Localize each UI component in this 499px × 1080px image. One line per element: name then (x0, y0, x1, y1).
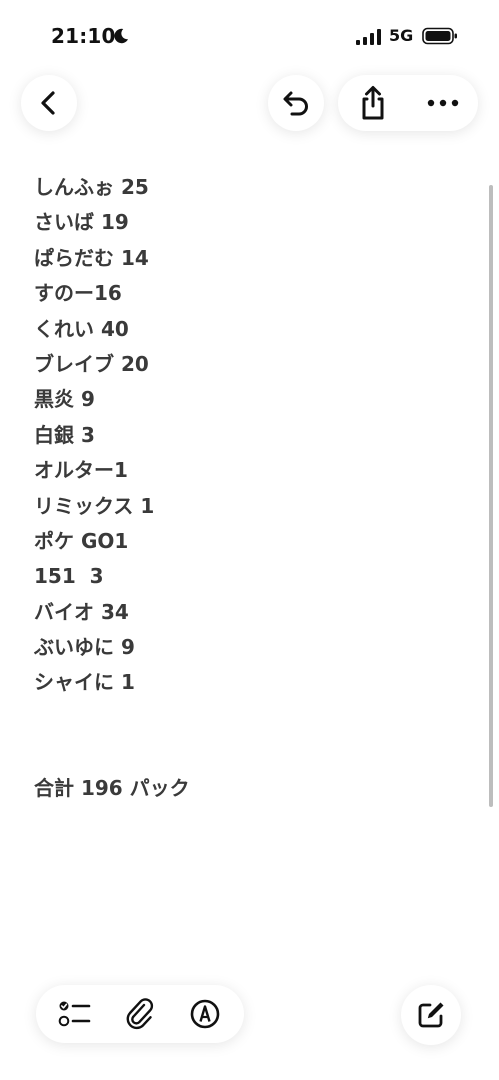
note-line: すのー16 (34, 281, 122, 306)
share-button[interactable] (353, 83, 393, 123)
status-time: 21:10 (51, 24, 116, 48)
paperclip-icon (126, 998, 154, 1030)
markup-button[interactable] (185, 994, 225, 1034)
more-button[interactable] (423, 83, 463, 123)
compose-button[interactable] (401, 985, 461, 1045)
status-bar: 21:10 5G (0, 0, 499, 70)
network-type: 5G (389, 26, 414, 45)
note-line: バイオ 34 (34, 599, 129, 624)
back-chevron-icon (41, 91, 55, 115)
share-icon (362, 86, 384, 120)
scrollbar[interactable] (489, 185, 493, 807)
more-icon (427, 99, 459, 107)
markup-pen-icon (191, 999, 220, 1029)
share-more-group (338, 75, 478, 131)
note-line: しんふぉ 25 (34, 175, 149, 199)
compose-icon (418, 1002, 444, 1028)
attach-button[interactable] (120, 994, 160, 1034)
note-line: オルター1 (34, 458, 128, 483)
note-line: ぶいゆに 9 (34, 635, 135, 660)
note-line: ブレイブ 20 (34, 351, 149, 376)
note-body[interactable]: しんふぉ 25 さいば 19 ぱらだむ 14 すのー16 くれい 40 ブレイブ… (34, 170, 469, 806)
back-button[interactable] (21, 75, 77, 131)
notes-screen: 21:10 5G しんふぉ 25 さいば 19 ぱらだむ 14 すのー16 くれ… (0, 0, 499, 1080)
note-line: 151 3 (34, 564, 104, 589)
note-line: くれい 40 (34, 316, 129, 341)
checklist-icon (58, 1001, 90, 1027)
note-line: さいば 19 (34, 210, 129, 235)
note-line: リミックス 1 (34, 493, 155, 518)
signal-icon (356, 29, 381, 45)
bottom-toolbar (36, 985, 244, 1043)
note-line: ポケ GO1 (34, 528, 129, 553)
moon-icon (114, 28, 129, 44)
note-total-line: 合計 196 パック (34, 775, 190, 800)
note-line: ぱらだむ 14 (34, 245, 149, 270)
note-line: 黒炎 9 (34, 387, 95, 412)
checklist-button[interactable] (55, 994, 95, 1034)
note-line: シャイに 1 (34, 670, 135, 695)
battery-icon (422, 27, 457, 45)
undo-icon (283, 91, 308, 116)
note-line: 白銀 3 (34, 422, 95, 447)
undo-button[interactable] (268, 75, 324, 131)
